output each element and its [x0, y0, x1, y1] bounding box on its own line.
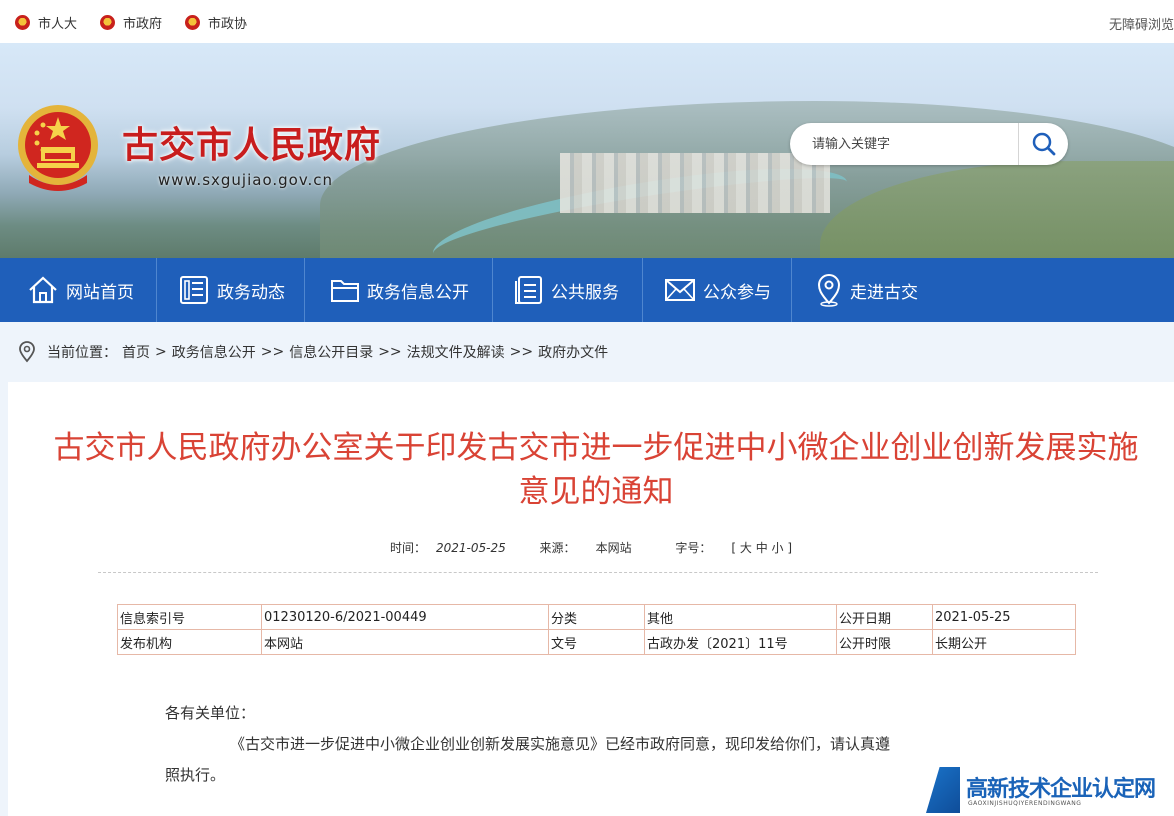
article-panel: 古交市人民政府办公室关于印发古交市进一步促进中小微企业创业创新发展实施意见的通知… [8, 382, 1174, 816]
breadcrumb-gov-office-docs[interactable]: 政府办文件 [538, 342, 608, 362]
table-cell: 2021-05-25 [932, 604, 1076, 630]
table-cell: 本网站 [261, 629, 549, 655]
breadcrumb-prefix: 当前位置： [47, 345, 117, 361]
table-cell: 其他 [644, 604, 837, 630]
breadcrumb: 当前位置： 首页 > 政务信息公开 >> 信息公开目录 >> 法规文件及解读 >… [0, 322, 1174, 382]
breadcrumb-separator: >> [509, 344, 534, 360]
time-label: 时间： [389, 541, 426, 555]
breadcrumb-home[interactable]: 首页 [122, 342, 150, 362]
article-meta: 时间： 2021-05-25 来源： 本网站 字号： [ 大 中 小 ] [8, 539, 1174, 556]
breadcrumb-catalog[interactable]: 信息公开目录 [289, 342, 373, 362]
news-icon [180, 276, 208, 304]
emblem-icon [185, 14, 200, 30]
nav-item-public-participation[interactable]: 公众参与 [643, 258, 792, 322]
mail-icon [665, 279, 695, 301]
banner-city [560, 153, 830, 213]
table-cell: 公开时限 [836, 629, 933, 655]
table-cell: 文号 [548, 629, 645, 655]
top-bar: 市人大 市政府 市政协 无障碍浏览 [0, 0, 1174, 43]
watermark-logo: 高新技术企业认定网 GAOXINJISHUQIYERENDINGWANG [926, 767, 1174, 816]
nav-item-news[interactable]: 政务动态 [157, 258, 305, 322]
paragraph-line: 《古交市进一步促进中小微企业创业创新发展实施意见》已经市政府同意，现印发给你们，… [230, 735, 891, 753]
watermark-text: 高新技术企业认定网 [966, 777, 1156, 802]
national-emblem-icon [18, 105, 98, 191]
source-label: 来源： [539, 541, 576, 555]
table-cell: 长期公开 [932, 629, 1076, 655]
table-cell: 发布机构 [117, 629, 262, 655]
breadcrumb-separator: > [155, 344, 167, 360]
nav-item-about-gujiao[interactable]: 走进古交 [792, 258, 942, 322]
search-button[interactable] [1018, 123, 1068, 165]
table-cell: 公开日期 [836, 604, 933, 630]
folder-icon [331, 280, 359, 302]
font-size-label: 字号： [675, 541, 712, 555]
breadcrumb-separator: >> [260, 344, 285, 360]
breadcrumb-open-info[interactable]: 政务信息公开 [172, 342, 256, 362]
table-cell: 古政办发〔2021〕11号 [644, 629, 837, 655]
salutation: 各有关单位： [165, 704, 256, 722]
watermark-a-icon [926, 767, 960, 813]
site-title: 古交市人民政府 [122, 124, 382, 166]
nav-item-home[interactable]: 网站首页 [0, 258, 157, 322]
publish-date: 2021-05-25 [435, 541, 506, 555]
table-cell: 信息索引号 [117, 604, 262, 630]
article-title: 古交市人民政府办公室关于印发古交市进一步促进中小微企业创业创新发展实施意见的通知 [53, 430, 1139, 510]
link-city-cppcc[interactable]: 市政协 [185, 13, 247, 32]
emblem-icon [100, 14, 115, 30]
search-box [790, 123, 1068, 165]
home-icon [29, 276, 57, 304]
table-cell: 分类 [548, 604, 645, 630]
header-banner: 古交市人民政府 www.sxgujiao.gov.cn [0, 43, 1174, 258]
table-cell: 01230120-6/2021-00449 [261, 604, 549, 630]
divider [98, 572, 1098, 573]
document-icon [515, 276, 542, 304]
paragraph-line: 照执行。 [165, 766, 226, 784]
main-nav: 网站首页 政务动态 政务信息公开 公共服务 公众参与 走进古交 [0, 258, 1174, 322]
search-input[interactable] [812, 133, 1012, 155]
font-size-controls[interactable]: [ 大 中 小 ] [731, 541, 792, 555]
nav-item-open-info[interactable]: 政务信息公开 [305, 258, 493, 322]
link-city-government[interactable]: 市政府 [100, 13, 162, 32]
location-icon [817, 274, 841, 307]
source-value: 本网站 [595, 541, 632, 555]
search-icon [1032, 132, 1055, 156]
watermark-subtext: GAOXINJISHUQIYERENDINGWANG [968, 800, 1082, 807]
emblem-icon [15, 14, 30, 30]
accessibility-link[interactable]: 无障碍浏览 [1109, 14, 1174, 33]
link-city-congress[interactable]: 市人大 [15, 13, 77, 32]
nav-item-public-service[interactable]: 公共服务 [493, 258, 643, 322]
table-row: 信息索引号 01230120-6/2021-00449 分类 其他 公开日期 2… [117, 604, 1076, 630]
breadcrumb-separator: >> [378, 344, 402, 360]
breadcrumb-regulations[interactable]: 法规文件及解读 [407, 342, 505, 362]
site-url: www.sxgujiao.gov.cn [158, 171, 334, 189]
info-table: 信息索引号 01230120-6/2021-00449 分类 其他 公开日期 2… [117, 604, 1076, 655]
location-pin-icon [19, 341, 35, 363]
table-row: 发布机构 本网站 文号 古政办发〔2021〕11号 公开时限 长期公开 [117, 629, 1076, 655]
